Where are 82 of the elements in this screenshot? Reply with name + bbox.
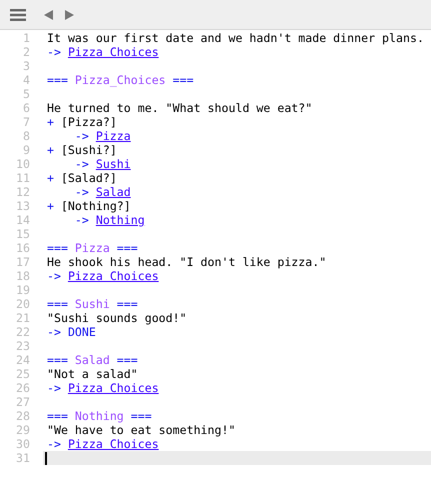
line-number: 20 xyxy=(15,297,30,311)
story-text: [Salad?] xyxy=(60,171,117,185)
line-number: 15 xyxy=(15,227,30,241)
divert-arrow: -> xyxy=(74,129,89,143)
divert-arrow: -> xyxy=(47,325,61,339)
choice-marker: + xyxy=(47,199,54,213)
line-number: 27 xyxy=(15,395,30,409)
knot-marker: === xyxy=(47,73,68,87)
divert-arrow: -> xyxy=(47,269,61,283)
line-number: 19 xyxy=(15,283,30,297)
divert-arrow: -> xyxy=(74,185,89,199)
knot-link[interactable]: Nothing xyxy=(96,213,145,227)
knot-link[interactable]: Pizza Choices xyxy=(68,45,159,59)
menu-button[interactable] xyxy=(8,6,28,22)
line-number: 6 xyxy=(22,101,30,115)
line-number: 1 xyxy=(22,31,30,45)
story-text: He turned to me. "What should we eat?" xyxy=(47,101,312,115)
line-number: 22 xyxy=(15,325,30,339)
knot-link[interactable]: Pizza Choices xyxy=(68,381,159,395)
knot-name: Pizza xyxy=(74,241,110,255)
knot-marker: === xyxy=(172,73,194,87)
line-number: 14 xyxy=(15,213,30,227)
knot-marker: === xyxy=(47,241,68,255)
knot-link[interactable]: Pizza xyxy=(96,129,131,143)
knot-marker: === xyxy=(47,297,68,311)
story-text: [Pizza?] xyxy=(60,115,117,129)
line-number: 2 xyxy=(22,45,30,59)
line-number: 30 xyxy=(15,437,30,451)
line-number: 26 xyxy=(15,381,30,395)
back-button[interactable] xyxy=(42,8,55,22)
knot-marker: === xyxy=(130,409,152,423)
divert-arrow: -> xyxy=(74,213,89,227)
text-cursor xyxy=(45,452,47,464)
story-text: It was our first date and we hadn't made dinner plans. xyxy=(47,31,424,45)
knot-marker: === xyxy=(116,241,138,255)
line-number: 31 xyxy=(15,451,30,465)
line-number: 12 xyxy=(15,185,30,199)
line-number: 21 xyxy=(15,311,30,325)
knot-marker: === xyxy=(116,297,138,311)
knot-name: Nothing xyxy=(74,409,124,423)
line-number: 13 xyxy=(15,199,30,213)
story-text: [Nothing?] xyxy=(60,199,131,213)
line-number: 17 xyxy=(15,255,30,269)
line-number: 11 xyxy=(15,171,30,185)
divert-arrow: -> xyxy=(47,437,61,451)
choice-marker: + xyxy=(47,171,54,185)
divert-arrow: -> xyxy=(47,381,61,395)
knot-marker: === xyxy=(47,353,68,367)
story-text: "We have to eat something!" xyxy=(47,423,236,437)
knot-name: Pizza_Choices xyxy=(74,73,166,87)
line-number: 16 xyxy=(15,241,30,255)
choice-marker: + xyxy=(47,143,54,157)
line-number: 25 xyxy=(15,367,30,381)
divert-target: DONE xyxy=(68,325,96,339)
knot-name: Salad xyxy=(74,353,110,367)
story-text: "Not a salad" xyxy=(47,367,138,381)
line-number: 8 xyxy=(22,129,30,143)
knot-marker: === xyxy=(47,409,68,423)
line-number: 7 xyxy=(22,115,30,129)
line-number: 5 xyxy=(22,87,30,101)
line-number: 10 xyxy=(15,157,30,171)
story-text: [Sushi?] xyxy=(60,143,117,157)
line-number: 29 xyxy=(15,423,30,437)
line-number: 28 xyxy=(15,409,30,423)
line-number: 9 xyxy=(22,143,30,157)
line-number: 18 xyxy=(15,269,30,283)
divert-arrow: -> xyxy=(47,45,61,59)
story-text: He shook his head. "I don't like pizza." xyxy=(47,255,326,269)
knot-marker: === xyxy=(116,353,138,367)
line-number: 4 xyxy=(22,73,30,87)
line-number: 3 xyxy=(22,59,30,73)
line-number: 23 xyxy=(15,339,30,353)
knot-link[interactable]: Pizza Choices xyxy=(68,437,159,451)
knot-link[interactable]: Pizza Choices xyxy=(68,269,159,283)
story-text: "Sushi sounds good!" xyxy=(47,311,187,325)
line-number: 24 xyxy=(15,353,30,367)
choice-marker: + xyxy=(47,115,54,129)
knot-link[interactable]: Salad xyxy=(96,185,131,199)
knot-link[interactable]: Sushi xyxy=(96,157,131,171)
forward-button[interactable] xyxy=(63,8,76,22)
divert-arrow: -> xyxy=(74,157,89,171)
knot-name: Sushi xyxy=(74,297,110,311)
